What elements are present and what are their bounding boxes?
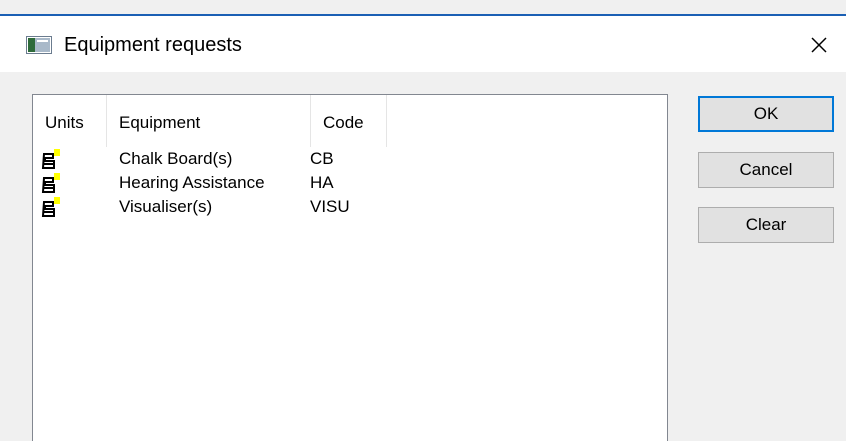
cancel-button[interactable]: Cancel [698, 152, 834, 188]
equipment-code: CB [310, 149, 334, 168]
window-app-icon [26, 36, 52, 54]
clear-button[interactable]: Clear [698, 207, 834, 243]
column-header-units[interactable]: Units [33, 95, 107, 147]
dialog-title: Equipment requests [64, 34, 242, 56]
column-header-code[interactable]: Code [311, 95, 387, 147]
equipment-list[interactable]: Units Equipment Code Chalk Board(s) CB H… [32, 94, 668, 441]
list-item[interactable]: Hearing Assistance HA [33, 171, 667, 195]
equipment-unit-icon [41, 149, 60, 169]
equipment-name: Chalk Board(s) [119, 149, 233, 168]
equipment-unit-icon [41, 197, 60, 217]
equipment-code: VISU [310, 197, 350, 216]
equipment-code: HA [310, 173, 334, 192]
list-item[interactable]: Visualiser(s) VISU [33, 195, 667, 219]
column-header-equipment[interactable]: Equipment [107, 95, 311, 147]
equipment-name: Hearing Assistance [119, 173, 265, 192]
equipment-name: Visualiser(s) [119, 197, 213, 216]
equipment-unit-icon [41, 173, 60, 193]
list-item[interactable]: Chalk Board(s) CB [33, 147, 667, 171]
title-bar[interactable]: Equipment requests [0, 16, 846, 72]
close-icon[interactable] [804, 30, 834, 60]
list-header: Units Equipment Code [33, 95, 667, 147]
equipment-requests-dialog: Equipment requests Units Equipment Code … [0, 0, 846, 441]
ok-button[interactable]: OK [698, 96, 834, 132]
